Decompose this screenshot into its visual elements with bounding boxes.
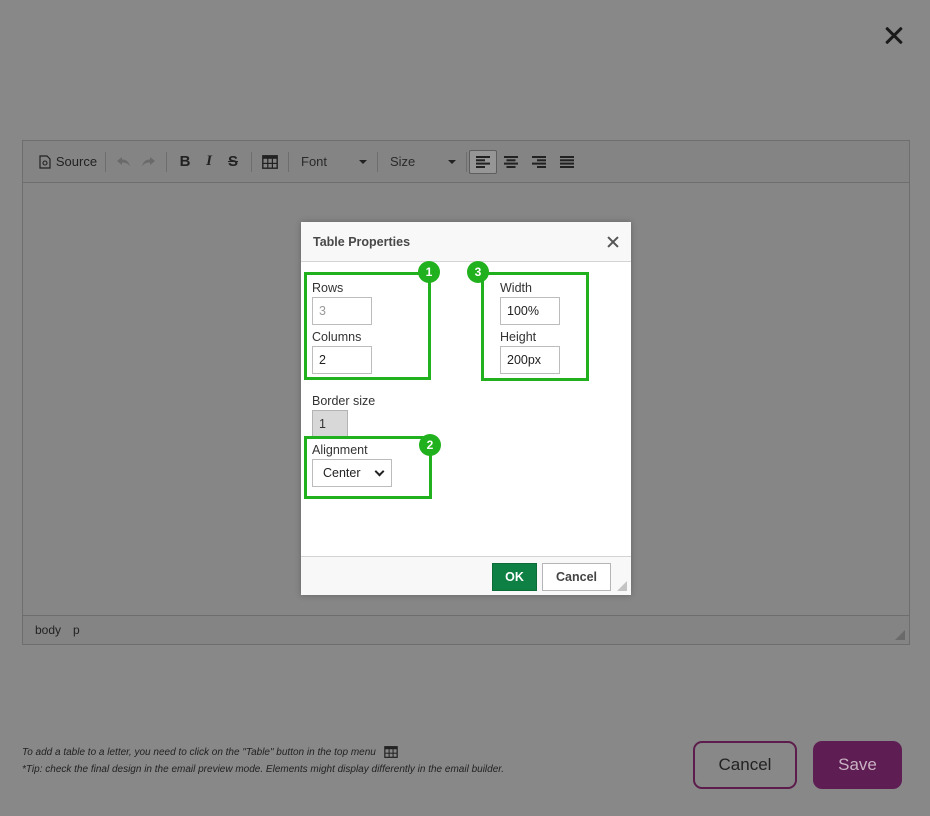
element-path-body[interactable]: body [35, 623, 61, 637]
resize-grip-icon[interactable] [895, 630, 905, 640]
dialog-header: Table Properties [301, 222, 631, 262]
hint-line-1: To add a table to a letter, you need to … [22, 746, 398, 758]
border-size-input[interactable] [312, 410, 348, 438]
toolbar-separator [105, 151, 106, 172]
size-select[interactable]: Size [384, 150, 460, 174]
justify-icon[interactable] [553, 150, 581, 174]
highlight-box-2 [304, 436, 432, 499]
cancel-button[interactable]: Cancel [693, 741, 797, 789]
align-center-icon[interactable] [497, 150, 525, 174]
step-badge-3: 3 [467, 261, 489, 283]
dialog-footer: OK Cancel [301, 556, 631, 595]
size-select-label: Size [390, 154, 416, 169]
editor-toolbar: Source B I S Font Size [23, 141, 909, 183]
chevron-down-icon [448, 159, 456, 164]
hint-text-1: To add a table to a letter, you need to … [22, 746, 376, 758]
resize-grip-icon[interactable] [617, 581, 627, 591]
toolbar-separator [166, 151, 167, 172]
toolbar-separator [251, 151, 252, 172]
source-icon [39, 154, 51, 169]
border-size-label: Border size [312, 394, 376, 408]
redo-icon[interactable] [136, 150, 160, 174]
close-icon[interactable] [607, 236, 619, 248]
font-select-label: Font [301, 154, 328, 169]
chevron-down-icon [359, 159, 367, 164]
editor-statusbar: body p [23, 615, 909, 644]
font-select[interactable]: Font [295, 150, 371, 174]
toolbar-separator [466, 151, 467, 172]
toolbar-separator [288, 151, 289, 172]
bold-glyph: B [179, 153, 191, 170]
italic-glyph: I [206, 153, 212, 169]
dialog-title: Table Properties [313, 234, 411, 249]
table-icon[interactable] [258, 150, 282, 174]
ok-button[interactable]: OK [492, 563, 537, 591]
hint-line-2: *Tip: check the final design in the emai… [22, 764, 505, 775]
element-path-p[interactable]: p [73, 623, 80, 637]
source-button[interactable]: Source [37, 150, 99, 174]
dialog-cancel-button[interactable]: Cancel [542, 563, 611, 591]
italic-icon[interactable]: I [197, 150, 221, 174]
highlight-box-1 [304, 272, 431, 380]
highlight-box-3 [481, 272, 589, 381]
align-right-icon[interactable] [525, 150, 553, 174]
strike-glyph: S [227, 153, 238, 170]
toolbar-separator [377, 151, 378, 172]
table-icon [384, 746, 398, 758]
source-label: Source [55, 154, 98, 169]
strikethrough-icon[interactable]: S [221, 150, 245, 174]
step-badge-2: 2 [419, 434, 441, 456]
bold-icon[interactable]: B [173, 150, 197, 174]
undo-icon[interactable] [112, 150, 136, 174]
align-left-icon[interactable] [469, 149, 497, 174]
step-badge-1: 1 [418, 261, 440, 283]
close-icon[interactable] [882, 24, 906, 48]
table-properties-dialog: Table Properties Rows Columns Width Heig… [301, 222, 631, 595]
save-button[interactable]: Save [813, 741, 902, 789]
